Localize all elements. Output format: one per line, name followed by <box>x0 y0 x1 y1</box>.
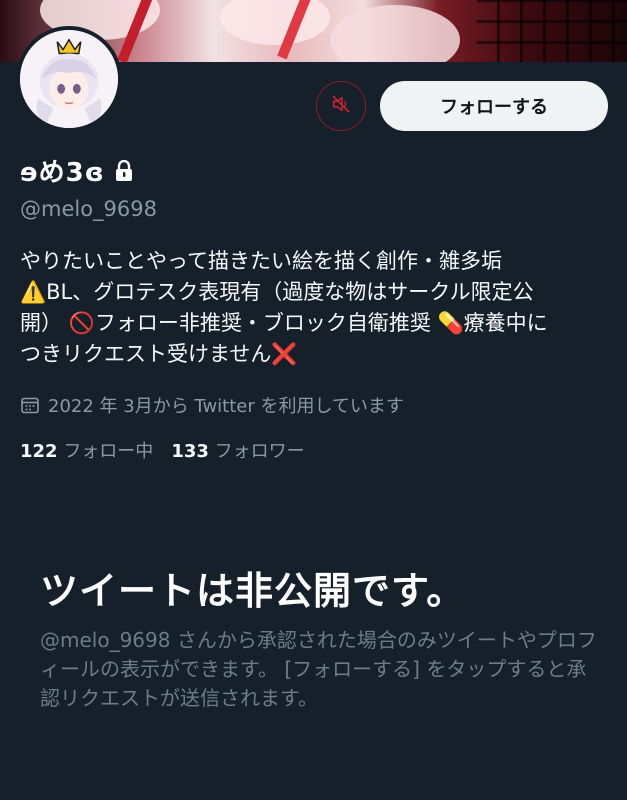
joined-date: 2022 年 3月から Twitter を利用しています <box>20 392 404 418</box>
display-name: ɘめ3ɞ <box>20 158 105 188</box>
profile-bio: やりたいことやって描きたい絵を描く創作・雑多垢 ⚠️BL、グロテスク表現有（過度… <box>20 246 610 370</box>
private-notice-title: ツイートは非公開です。 <box>40 569 466 613</box>
follow-stats: 122 フォロー中 133 フォロワー <box>20 437 323 463</box>
bio-line: ⚠️BL、グロテスク表現有（過度な物はサークル限定公 <box>20 280 534 304</box>
bio-line: 開） 🚫フォロー非推奨・ブロック自衛推奨 💊療養中に <box>20 311 548 335</box>
joined-text: 2022 年 3月から Twitter を利用しています <box>48 396 404 417</box>
followers-count: 133 <box>171 441 209 462</box>
follow-button[interactable]: フォローする <box>380 81 608 131</box>
followers-link[interactable]: 133 フォロワー <box>171 437 304 463</box>
unmute-button[interactable] <box>316 81 366 131</box>
avatar[interactable] <box>16 26 122 132</box>
profile-name-row: ɘめ3ɞ <box>20 152 133 189</box>
lock-icon <box>115 159 133 182</box>
profile-handle: @melo_9698 <box>20 197 158 221</box>
following-count: 122 <box>20 441 58 462</box>
bio-line: つきリクエスト受けません❌ <box>20 342 298 366</box>
followers-label: フォロワー <box>214 441 305 462</box>
following-label: フォロー中 <box>63 441 154 462</box>
following-link[interactable]: 122 フォロー中 <box>20 437 153 463</box>
muted-speaker-icon <box>330 93 352 119</box>
private-notice-body: @melo_9698 さんから承認された場合のみツイートやプロフィールの表示がで… <box>40 628 597 710</box>
calendar-icon <box>20 395 40 415</box>
bio-line: やりたいことやって描きたい絵を描く創作・雑多垢 <box>20 249 502 273</box>
